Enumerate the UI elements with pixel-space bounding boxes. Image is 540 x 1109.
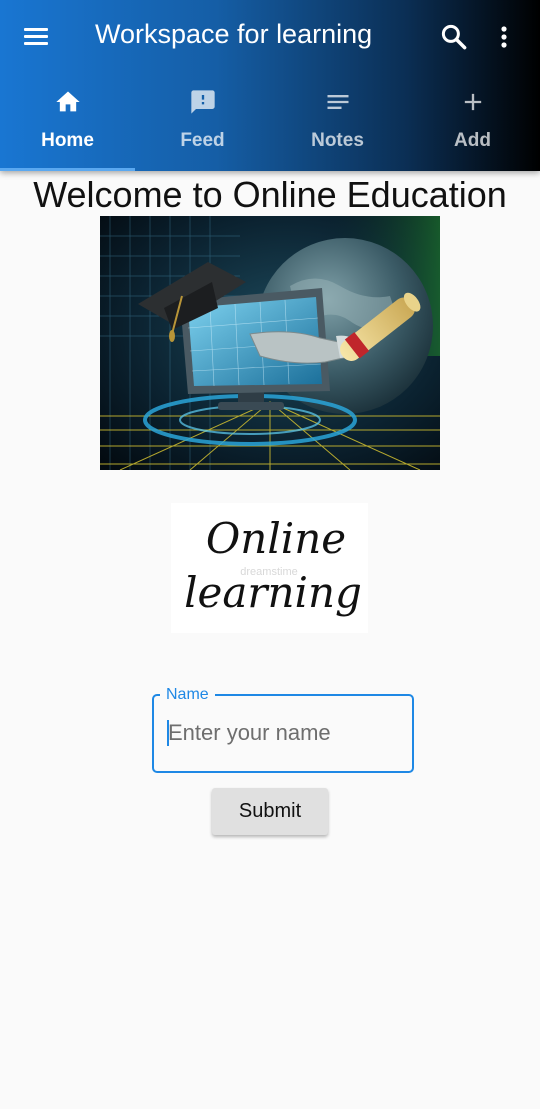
tab-label: Add bbox=[454, 130, 491, 151]
tab-notes[interactable]: Notes bbox=[270, 72, 405, 171]
toolbar: Workspace for learning bbox=[0, 0, 540, 72]
name-field-label: Name bbox=[160, 685, 215, 705]
menu-icon[interactable] bbox=[22, 24, 52, 50]
home-icon bbox=[54, 88, 82, 116]
tab-label: Feed bbox=[180, 130, 225, 151]
welcome-heading: Welcome to Online Education bbox=[33, 174, 507, 215]
text-caret bbox=[167, 720, 169, 746]
tab-home[interactable]: Home bbox=[0, 72, 135, 171]
hero-image bbox=[100, 216, 440, 471]
feedback-icon bbox=[189, 88, 217, 116]
logo-line-1: Online bbox=[206, 514, 346, 563]
name-input[interactable] bbox=[166, 716, 404, 750]
app-title: Workspace for learning bbox=[95, 19, 373, 49]
more-vert-icon[interactable] bbox=[494, 22, 514, 52]
online-learning-logo: dreamstime Online learning bbox=[171, 503, 368, 633]
app-bar: Workspace for learning Home Feed Notes A… bbox=[0, 0, 540, 171]
tab-bar: Home Feed Notes Add bbox=[0, 72, 540, 171]
tab-indicator bbox=[0, 168, 135, 171]
tab-feed[interactable]: Feed bbox=[135, 72, 270, 171]
submit-button[interactable]: Submit bbox=[212, 788, 328, 835]
tab-add[interactable]: Add bbox=[405, 72, 540, 171]
logo-line-2: learning bbox=[184, 568, 362, 617]
tab-label: Home bbox=[41, 130, 94, 151]
add-icon bbox=[459, 88, 487, 116]
tab-label: Notes bbox=[311, 130, 364, 151]
search-icon[interactable] bbox=[439, 22, 469, 52]
notes-icon bbox=[324, 88, 352, 116]
